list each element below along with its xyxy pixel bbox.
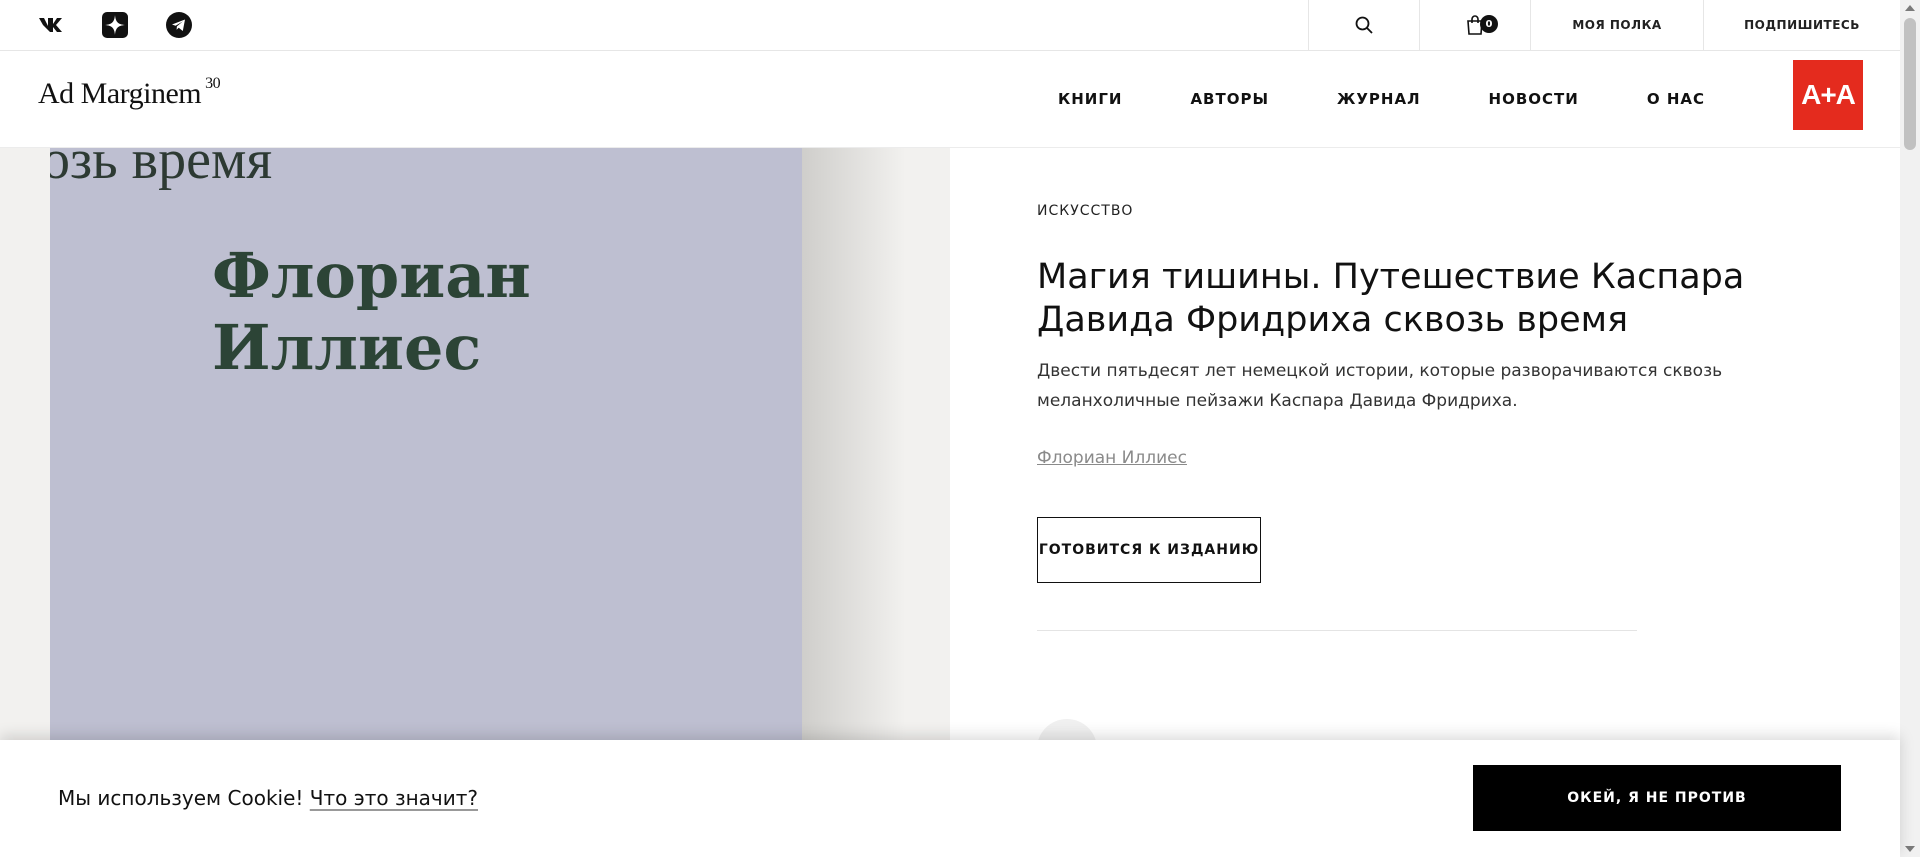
cart-count-badge: 0 xyxy=(1480,15,1498,33)
cart-button[interactable]: 0 xyxy=(1419,0,1530,50)
vk-icon[interactable] xyxy=(36,12,66,38)
book-description: Двести пятьдесят лет немецкой истории, к… xyxy=(1037,361,1723,411)
cover-author: Флориан Иллиес xyxy=(212,240,531,384)
cookie-accept-button[interactable]: ОКЕЙ, Я НЕ ПРОТИВ xyxy=(1473,765,1841,831)
book-title: Магия тишины. Путешествие Каспара Давида… xyxy=(1037,257,1745,340)
scroll-up-arrow[interactable] xyxy=(1905,5,1915,11)
cover-author-first-name: Флориан xyxy=(212,239,531,312)
search-button[interactable] xyxy=(1308,0,1419,50)
cookie-banner: Мы используем Cookie! Что это значит? ОК… xyxy=(0,740,1900,857)
my-shelf-label: МОЯ ПОЛКА xyxy=(1572,18,1662,32)
cover-title-fragment: озь время xyxy=(50,148,273,191)
subscribe-link[interactable]: ПОДПИШИТЕСЬ xyxy=(1703,0,1900,50)
site-header: Ad Marginem 30 КНИГИ АВТОРЫ ЖУРНАЛ НОВОСТ… xyxy=(0,51,1900,148)
nav-authors[interactable]: АВТОРЫ xyxy=(1190,90,1269,108)
main-nav: КНИГИ АВТОРЫ ЖУРНАЛ НОВОСТИ О НАС xyxy=(1058,51,1705,147)
site-logo[interactable]: Ad Marginem 30 xyxy=(38,75,221,111)
scroll-thumb[interactable] xyxy=(1904,18,1916,150)
cookie-info-link[interactable]: Что это значит? xyxy=(310,786,478,810)
top-bar: 0 МОЯ ПОЛКА ПОДПИШИТЕСЬ xyxy=(0,0,1900,51)
search-icon xyxy=(1355,16,1373,34)
telegram-icon[interactable] xyxy=(164,12,194,38)
nav-about[interactable]: О НАС xyxy=(1647,90,1705,108)
logo-anniversary: 30 xyxy=(205,75,221,92)
cookie-text: Мы используем Cookie! xyxy=(58,786,304,810)
cover-author-last-name: Иллиес xyxy=(212,311,482,384)
nav-journal[interactable]: ЖУРНАЛ xyxy=(1337,90,1421,108)
nav-news[interactable]: НОВОСТИ xyxy=(1489,90,1579,108)
book-category[interactable]: ИСКУССТВО xyxy=(1037,203,1133,219)
dzen-icon[interactable] xyxy=(100,12,130,38)
logo-text: Ad Marginem xyxy=(38,77,202,110)
status-button[interactable]: ГОТОВИТСЯ К ИЗДАНИЮ xyxy=(1037,517,1261,583)
social-links xyxy=(36,12,194,38)
divider xyxy=(1037,630,1637,631)
partner-logo[interactable]: A+A xyxy=(1793,60,1863,130)
nav-books[interactable]: КНИГИ xyxy=(1058,90,1122,108)
scrollbar[interactable] xyxy=(1900,0,1920,857)
subscribe-label: ПОДПИШИТЕСЬ xyxy=(1744,18,1860,32)
scroll-down-arrow[interactable] xyxy=(1905,846,1915,852)
my-shelf-link[interactable]: МОЯ ПОЛКА xyxy=(1530,0,1703,50)
cookie-message: Мы используем Cookie! Что это значит? xyxy=(58,786,478,810)
author-link[interactable]: Флориан Иллиес xyxy=(1037,448,1187,468)
